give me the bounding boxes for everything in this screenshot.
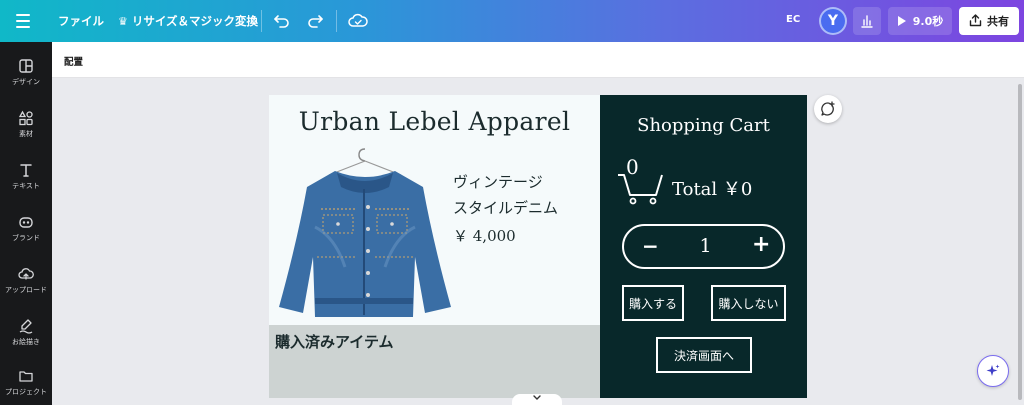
sidebar-item-label: プロジェクト xyxy=(5,388,47,396)
sidebar-item-label: 素材 xyxy=(19,130,33,138)
shop-title[interactable]: Urban Lebel Apparel xyxy=(269,107,600,136)
magic-assistant-button[interactable] xyxy=(977,355,1009,387)
sidebar-item-brand[interactable]: ブランド xyxy=(0,212,52,256)
share-button[interactable]: 共有 xyxy=(959,7,1019,35)
toolbar-divider xyxy=(336,10,337,32)
checkout-button[interactable]: 決済画面へ xyxy=(656,337,752,373)
product-name-line-2: スタイルデニム xyxy=(453,199,559,217)
duration-label: 9.0秒 xyxy=(912,15,944,28)
team-badge-label: EC xyxy=(786,14,801,25)
file-menu-button[interactable]: ファイル xyxy=(58,13,104,29)
product-panel: Urban Lebel Apparel ヴィンテージ スタイルデニム ￥ 4,0… xyxy=(269,95,600,325)
sidebar: デザイン 素材 テキスト ブランド アップロード お絵描き プロジェクト xyxy=(0,42,52,405)
sidebar-item-design[interactable]: デザイン xyxy=(0,56,52,100)
sidebar-item-label: お絵描き xyxy=(12,338,40,346)
denim-jacket-image[interactable] xyxy=(275,147,455,319)
buy-button-label: 購入する xyxy=(628,296,677,311)
product-name[interactable]: ヴィンテージ スタイルデニム xyxy=(453,169,558,221)
sidebar-item-label: ブランド xyxy=(12,234,40,242)
chevron-down-icon xyxy=(533,395,541,400)
vertical-scrollbar[interactable] xyxy=(1018,84,1022,400)
context-toolbar: 配置 xyxy=(52,42,1024,78)
buy-button[interactable]: 購入する xyxy=(622,285,684,321)
avatar-letter: Y xyxy=(827,13,839,29)
shopping-cart-icon[interactable] xyxy=(616,157,664,205)
arrange-button[interactable]: 配置 xyxy=(64,54,83,68)
top-toolbar: ファイル ♛ リサイズ＆マジック変換 EC Y 9.0秒 共有 xyxy=(0,0,1024,42)
redo-icon[interactable] xyxy=(305,11,325,31)
sparkle-crown-icon: ♛ xyxy=(118,14,128,28)
sidebar-item-label: デザイン xyxy=(12,78,40,86)
quantity-stepper: − 1 + xyxy=(622,224,785,269)
resize-magic-button[interactable]: ♛ リサイズ＆マジック変換 xyxy=(118,13,258,29)
design-layout-icon xyxy=(19,59,33,73)
share-upload-icon xyxy=(969,12,982,31)
bar-chart-icon[interactable] xyxy=(853,7,881,35)
cart-panel: Shopping Cart 0 Total ￥0 − 1 + 購入する 購入しな… xyxy=(600,95,807,398)
undo-icon[interactable] xyxy=(272,11,292,31)
toolbar-divider xyxy=(261,10,262,32)
comment-plus-icon xyxy=(821,101,835,116)
sidebar-item-label: アップロード xyxy=(5,286,47,294)
upload-cloud-icon xyxy=(18,268,34,280)
draw-icon xyxy=(19,319,33,334)
text-icon xyxy=(20,164,32,177)
sidebar-item-label: テキスト xyxy=(12,182,40,190)
add-comment-button[interactable] xyxy=(814,95,842,123)
hamburger-icon[interactable] xyxy=(12,11,34,31)
cart-title[interactable]: Shopping Cart xyxy=(600,115,807,136)
brand-icon xyxy=(19,217,33,228)
cart-count: 0 xyxy=(626,155,639,179)
expand-pages-tab[interactable] xyxy=(512,394,562,405)
sidebar-item-elements[interactable]: 素材 xyxy=(0,108,52,152)
design-page[interactable]: Urban Lebel Apparel ヴィンテージ スタイルデニム ￥ 4,0… xyxy=(269,95,807,398)
shapes-icon xyxy=(18,110,33,126)
folder-icon xyxy=(19,371,33,382)
resize-magic-label: リサイズ＆マジック変換 xyxy=(131,14,259,28)
no-buy-button-label: 購入しない xyxy=(718,296,779,311)
sidebar-item-draw[interactable]: お絵描き xyxy=(0,316,52,360)
purchased-items-heading[interactable]: 購入済みアイテム xyxy=(275,331,394,352)
sidebar-item-text[interactable]: テキスト xyxy=(0,160,52,204)
file-menu-label: ファイル xyxy=(58,14,104,28)
team-badge[interactable]: EC xyxy=(786,14,800,25)
sidebar-item-projects[interactable]: プロジェクト xyxy=(0,366,52,405)
product-price[interactable]: ￥ 4,000 xyxy=(453,225,516,246)
present-button[interactable]: 9.0秒 xyxy=(888,7,952,35)
no-buy-button[interactable]: 購入しない xyxy=(711,285,786,321)
product-name-line-1: ヴィンテージ xyxy=(453,173,543,191)
play-icon xyxy=(897,12,907,31)
cart-total: Total ￥0 xyxy=(672,179,753,200)
share-label: 共有 xyxy=(987,15,1009,28)
sidebar-item-upload[interactable]: アップロード xyxy=(0,264,52,308)
cloud-saved-icon[interactable] xyxy=(347,11,369,31)
sparkle-icon xyxy=(986,364,1000,376)
quantity-increase-button[interactable]: + xyxy=(752,232,770,257)
checkout-button-label: 決済画面へ xyxy=(673,348,734,363)
avatar[interactable]: Y xyxy=(819,7,847,35)
